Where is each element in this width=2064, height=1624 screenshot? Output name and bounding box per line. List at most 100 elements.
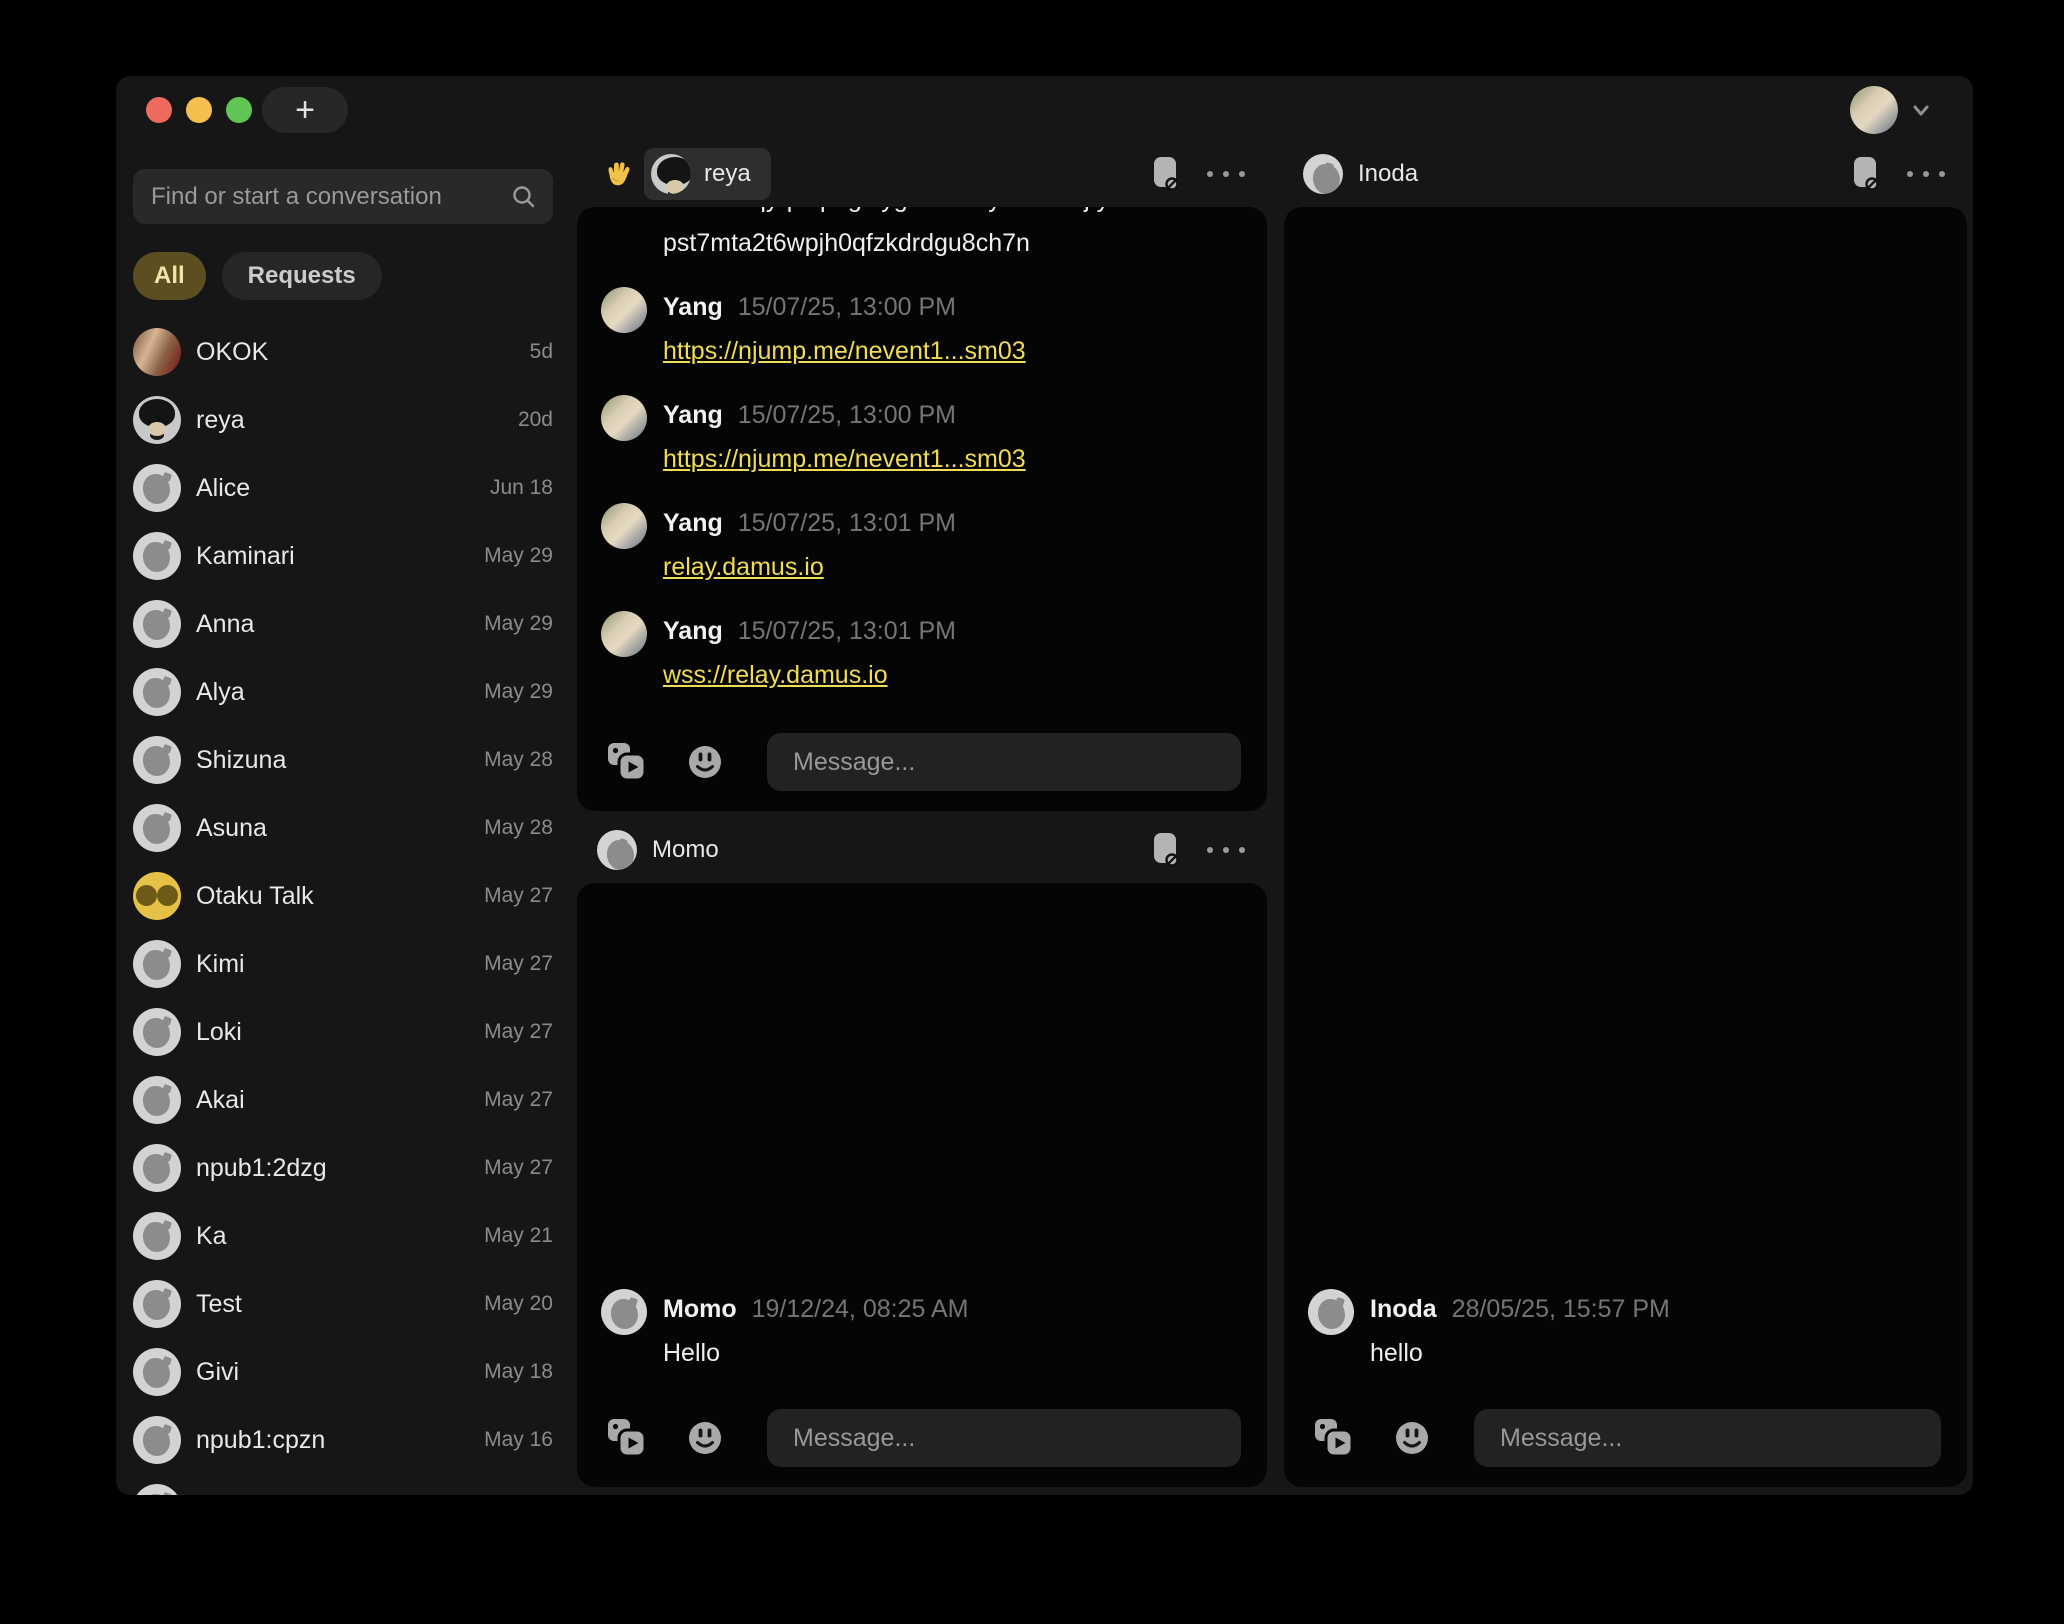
conversation-list: OKOK 5d reya 20d Alice Jun 18 Kaminari M… bbox=[133, 318, 553, 1495]
avatar bbox=[133, 1008, 181, 1056]
minimize-window-button[interactable] bbox=[186, 97, 212, 123]
attach-media-icon[interactable] bbox=[607, 742, 647, 782]
chat-peer-chip[interactable]: Inoda bbox=[1303, 154, 1418, 194]
avatar bbox=[133, 328, 181, 376]
chat-message: Yang 15/07/25, 13:01 PM relay.damus.io bbox=[601, 501, 1243, 589]
more-options-icon[interactable] bbox=[1207, 847, 1245, 853]
message-list[interactable]: Momo 19/12/24, 08:25 AM Hello bbox=[577, 883, 1267, 1403]
emoji-picker-icon[interactable] bbox=[687, 744, 723, 780]
sender-name: Yang bbox=[663, 393, 723, 437]
sender-name: Momo bbox=[663, 1287, 737, 1331]
avatar bbox=[133, 804, 181, 852]
conversation-date: May 29 bbox=[484, 612, 553, 636]
chevron-down-icon[interactable] bbox=[1908, 97, 1934, 123]
list-item[interactable]: Ka May 21 bbox=[133, 1202, 553, 1270]
message-text: hello bbox=[1370, 1331, 1943, 1375]
note-icon[interactable] bbox=[1151, 155, 1181, 193]
app-window: + All Requests OKOK 5d r bbox=[116, 76, 1973, 1495]
list-item[interactable]: Asuna May 28 bbox=[133, 794, 553, 862]
list-item[interactable]: Test May 20 bbox=[133, 1270, 553, 1338]
message-link[interactable]: relay.damus.io bbox=[663, 553, 824, 581]
message-input[interactable] bbox=[767, 1409, 1241, 1467]
conversation-date: May 21 bbox=[484, 1224, 553, 1248]
note-icon[interactable] bbox=[1851, 155, 1881, 193]
conversation-name: OKOK bbox=[196, 338, 530, 367]
list-item[interactable]: Loki May 27 bbox=[133, 998, 553, 1066]
emoji-picker-icon[interactable] bbox=[1394, 1420, 1430, 1456]
sender-avatar[interactable] bbox=[601, 1289, 647, 1335]
conversation-date: 5d bbox=[530, 340, 553, 364]
list-item[interactable]: npub1:cpzn May 16 bbox=[133, 1406, 553, 1474]
account-menu[interactable] bbox=[1850, 86, 1934, 134]
list-item-partial[interactable] bbox=[133, 1474, 553, 1495]
message-list[interactable]: Inoda 28/05/25, 15:57 PM hello bbox=[1284, 207, 1967, 1403]
message-link[interactable]: wss://relay.damus.io bbox=[663, 661, 888, 689]
sender-name: Yang bbox=[663, 285, 723, 329]
list-item[interactable]: Alice Jun 18 bbox=[133, 454, 553, 522]
list-item[interactable]: reya 20d bbox=[133, 386, 553, 454]
emoji-picker-icon[interactable] bbox=[687, 1420, 723, 1456]
avatar bbox=[133, 1076, 181, 1124]
message-list[interactable]: nevent1qyqtmpag2lygnwfe66ykzkhwnjfy pst7… bbox=[577, 207, 1267, 727]
new-chat-button[interactable]: + bbox=[262, 87, 348, 133]
note-icon[interactable] bbox=[1151, 831, 1181, 869]
chat-header-inoda: Inoda bbox=[1303, 148, 1967, 200]
conversation-name: Alya bbox=[196, 678, 484, 707]
conversation-date: May 28 bbox=[484, 748, 553, 772]
close-window-button[interactable] bbox=[146, 97, 172, 123]
sender-avatar[interactable] bbox=[601, 287, 647, 333]
list-item[interactable]: Kimi May 27 bbox=[133, 930, 553, 998]
message-timestamp: 28/05/25, 15:57 PM bbox=[1452, 1287, 1670, 1331]
peer-avatar bbox=[1303, 154, 1343, 194]
conversation-name: Asuna bbox=[196, 814, 484, 843]
list-item[interactable]: Kaminari May 29 bbox=[133, 522, 553, 590]
list-item[interactable]: OKOK 5d bbox=[133, 318, 553, 386]
avatar bbox=[133, 736, 181, 784]
conversation-date: May 27 bbox=[484, 884, 553, 908]
peer-name: Momo bbox=[652, 836, 719, 864]
avatar bbox=[133, 1280, 181, 1328]
search-box[interactable] bbox=[133, 169, 553, 224]
list-item[interactable]: Shizuna May 28 bbox=[133, 726, 553, 794]
conversation-date: Jun 18 bbox=[490, 476, 553, 500]
chat-peer-chip[interactable]: Momo bbox=[597, 830, 719, 870]
list-item[interactable]: Alya May 29 bbox=[133, 658, 553, 726]
current-user-avatar[interactable] bbox=[1850, 86, 1898, 134]
message-timestamp: 19/12/24, 08:25 AM bbox=[752, 1287, 969, 1331]
attach-media-icon[interactable] bbox=[1314, 1418, 1354, 1458]
conversation-name: Loki bbox=[196, 1018, 484, 1047]
wave-hand-icon[interactable] bbox=[603, 159, 633, 189]
sender-avatar[interactable] bbox=[601, 395, 647, 441]
message-input[interactable] bbox=[767, 733, 1241, 791]
list-item[interactable]: npub1:2dzg May 27 bbox=[133, 1134, 553, 1202]
filter-all[interactable]: All bbox=[133, 252, 206, 300]
conversation-name: Test bbox=[196, 1290, 484, 1319]
conversation-name: Otaku Talk bbox=[196, 882, 484, 911]
attach-media-icon[interactable] bbox=[607, 1418, 647, 1458]
zoom-window-button[interactable] bbox=[226, 97, 252, 123]
message-text: Hello bbox=[663, 1331, 1243, 1375]
avatar bbox=[133, 532, 181, 580]
list-item[interactable]: Givi May 18 bbox=[133, 1338, 553, 1406]
filter-requests[interactable]: Requests bbox=[222, 252, 382, 300]
conversation-date: May 27 bbox=[484, 1088, 553, 1112]
conversation-name: Anna bbox=[196, 610, 484, 639]
list-item[interactable]: Akai May 27 bbox=[133, 1066, 553, 1134]
sender-avatar[interactable] bbox=[601, 503, 647, 549]
peer-avatar bbox=[597, 830, 637, 870]
avatar bbox=[133, 1348, 181, 1396]
list-item[interactable]: Anna May 29 bbox=[133, 590, 553, 658]
message-input[interactable] bbox=[1474, 1409, 1941, 1467]
avatar bbox=[133, 1484, 181, 1495]
list-item[interactable]: Otaku Talk May 27 bbox=[133, 862, 553, 930]
sender-avatar[interactable] bbox=[1308, 1289, 1354, 1335]
sender-avatar[interactable] bbox=[601, 611, 647, 657]
search-input[interactable] bbox=[151, 183, 511, 211]
peer-avatar bbox=[651, 154, 691, 194]
chat-peer-chip[interactable]: reya bbox=[644, 148, 771, 200]
sender-name: Inoda bbox=[1370, 1287, 1437, 1331]
message-link[interactable]: https://njump.me/nevent1...sm03 bbox=[663, 337, 1026, 365]
message-link[interactable]: https://njump.me/nevent1...sm03 bbox=[663, 445, 1026, 473]
more-options-icon[interactable] bbox=[1207, 171, 1245, 177]
more-options-icon[interactable] bbox=[1907, 171, 1945, 177]
